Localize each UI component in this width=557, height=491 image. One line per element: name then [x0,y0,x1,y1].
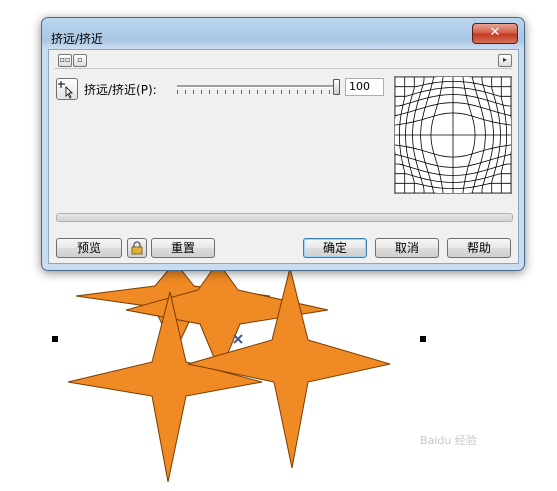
slider-tick [305,90,306,94]
slider-tick [177,90,178,94]
selection-handle-icon[interactable] [420,336,426,342]
slider-tick [265,90,266,94]
two-pane-icon[interactable]: ▫▫ [58,54,72,67]
progress-bar [56,213,513,222]
pinch-value-input[interactable]: 100 [345,78,384,96]
slider-label: 挤远/挤近(P): [84,83,157,97]
pinch-slider-track[interactable] [177,85,337,88]
pick-tool-icon[interactable] [56,78,78,100]
slider-tick [321,90,322,94]
slider-ticks [177,90,338,94]
expand-arrow-icon[interactable]: ▸ [498,54,512,67]
slider-tick [225,90,226,94]
slider-tick [289,90,290,94]
dialog-title: 挤远/挤近 [51,32,104,46]
dialog-client-area: ▫▫ ▫ ▸ 挤远/挤近(P): 100 预览 重置 确定 取消 帮助 [48,49,519,264]
distortion-preview [393,75,513,195]
help-button[interactable]: 帮助 [447,238,511,258]
reset-button[interactable]: 重置 [151,238,215,258]
slider-tick [201,90,202,94]
slider-tick [185,90,186,94]
pinch-punch-dialog: 挤远/挤近 ✕ ▫▫ ▫ ▸ 挤远/挤近(P): 100 预览 重置 确定 取消… [41,17,525,271]
lock-button[interactable] [127,238,147,258]
selection-handle-icon[interactable] [52,336,58,342]
slider-tick [281,90,282,94]
cancel-button[interactable]: 取消 [375,238,439,258]
toolbar-separator [54,68,512,69]
close-button[interactable]: ✕ [472,23,518,44]
slider-tick [217,90,218,94]
preview-button[interactable]: 预览 [56,238,122,258]
watermark: Baidu 经验 [420,434,477,447]
slider-thumb[interactable] [333,79,340,95]
one-pane-icon[interactable]: ▫ [73,54,87,67]
slider-tick [249,90,250,94]
lock-icon [131,241,143,255]
ok-button[interactable]: 确定 [303,238,367,258]
slider-tick [313,90,314,94]
slider-tick [209,90,210,94]
slider-tick [241,90,242,94]
slider-tick [233,90,234,94]
slider-tick [193,90,194,94]
slider-tick [273,90,274,94]
center-marker-icon [233,334,243,344]
slider-tick [297,90,298,94]
slider-tick [257,90,258,94]
slider-tick [329,90,330,94]
